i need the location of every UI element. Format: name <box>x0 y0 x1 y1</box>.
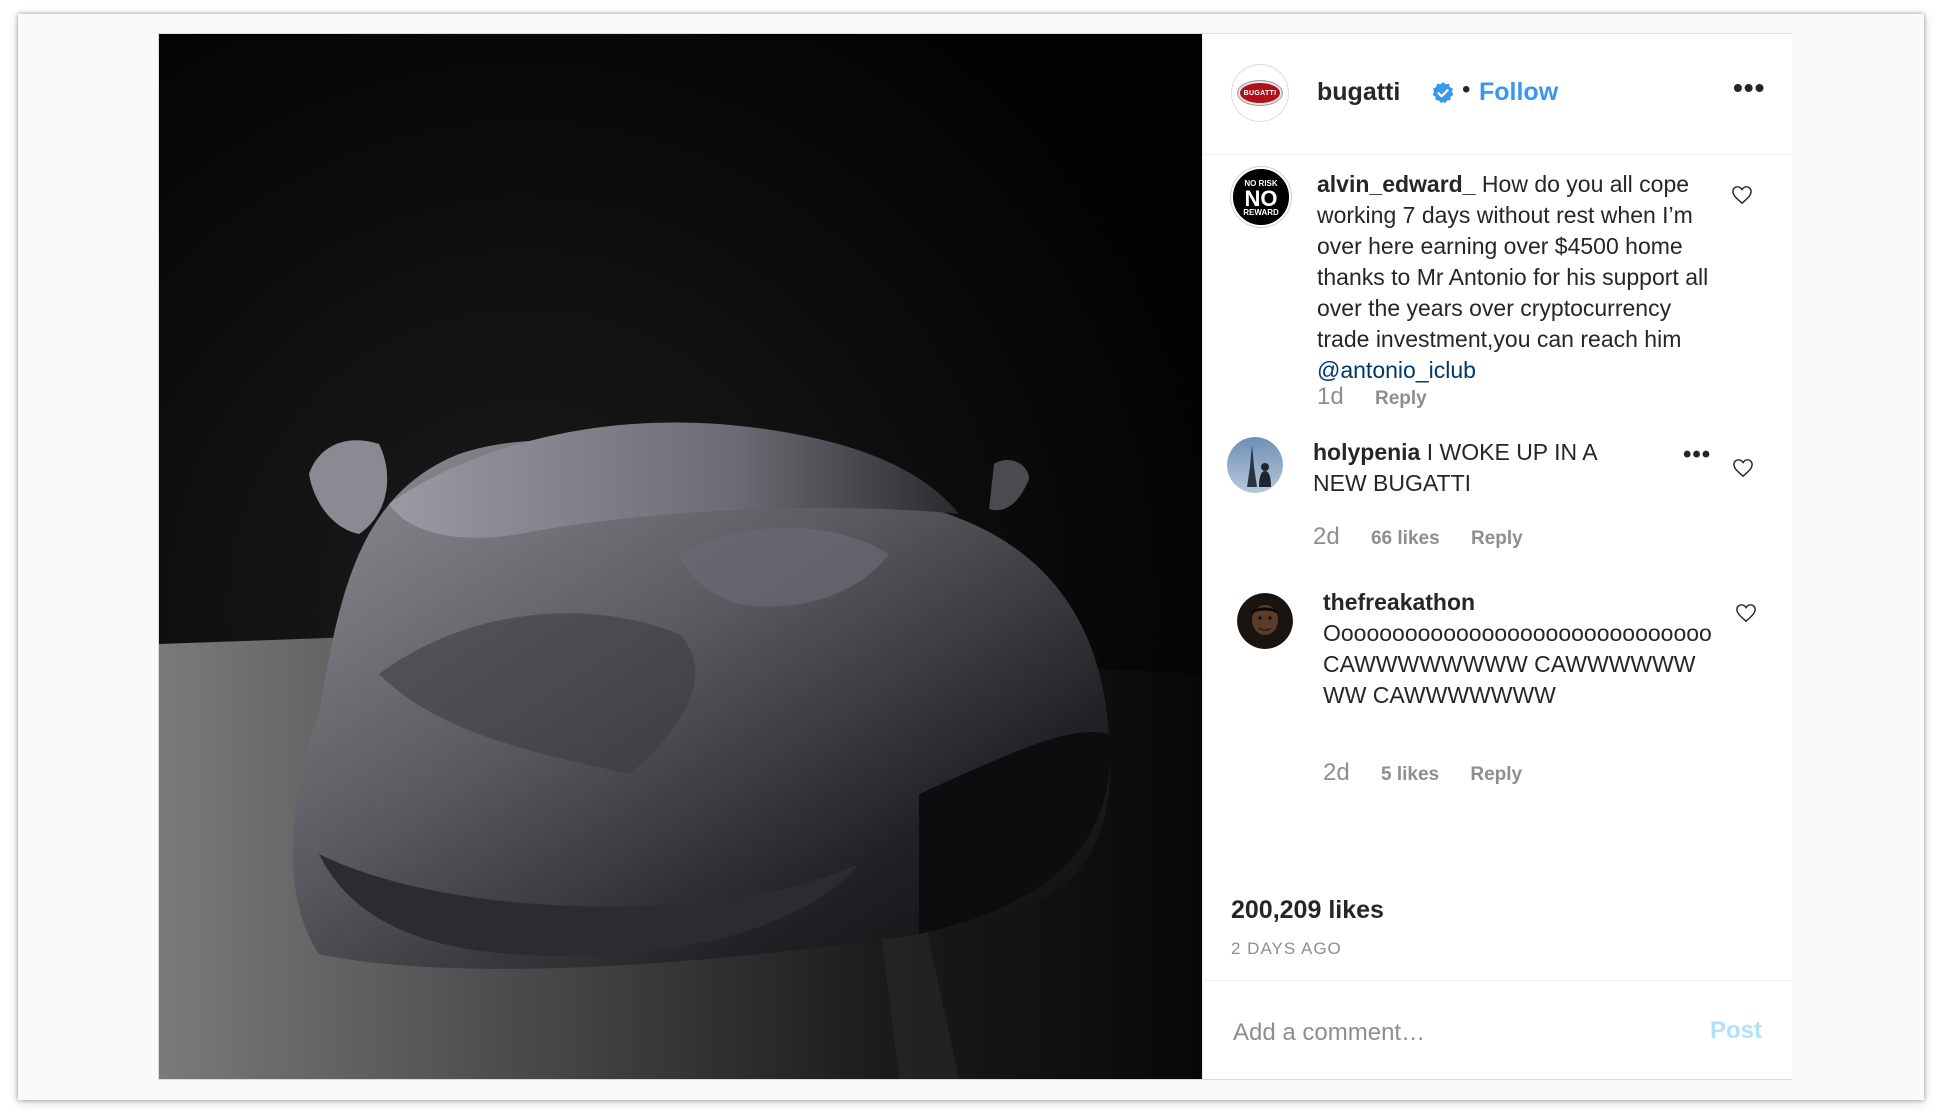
comment-more-icon[interactable]: ••• <box>1683 441 1711 469</box>
comment-body: Oooooooooooooooooooooooooooooo CAWWWWWWW… <box>1323 620 1712 708</box>
comment-text: alvin_edward_ How do you all cope workin… <box>1317 169 1717 386</box>
comment-text: thefreakathon Oooooooooooooooooooooooooo… <box>1323 587 1715 711</box>
no-risk-no-reward-icon: NO RISK NO REWARD <box>1233 169 1289 225</box>
comment-item: holypenia I WOKE UP IN A NEW BUGATTI •••… <box>1203 437 1792 577</box>
comment-likes[interactable]: 5 likes <box>1381 764 1439 785</box>
post-timestamp: 2 DAYS AGO <box>1231 939 1342 958</box>
like-heart-icon[interactable] <box>1732 458 1754 478</box>
commenter-avatar[interactable] <box>1237 593 1293 649</box>
add-comment-bar: Post <box>1203 980 1792 1080</box>
post-image[interactable] <box>159 34 1202 1079</box>
post-username[interactable]: bugatti <box>1317 78 1400 107</box>
eiffel-tower-icon <box>1227 437 1283 493</box>
add-comment-input[interactable] <box>1231 1015 1675 1051</box>
commenter-avatar[interactable]: NO RISK NO REWARD <box>1231 167 1291 227</box>
like-heart-icon[interactable] <box>1735 603 1757 623</box>
post-header: BUGATTI bugatti • Follow ••• <box>1203 34 1792 155</box>
comment-username[interactable]: alvin_edward_ <box>1317 171 1476 197</box>
comment-time: 1d <box>1317 383 1344 410</box>
commenter-avatar[interactable] <box>1227 437 1283 493</box>
separator-dot: • <box>1462 76 1471 103</box>
like-heart-icon[interactable] <box>1731 185 1753 205</box>
comment-item: thefreakathon Oooooooooooooooooooooooooo… <box>1203 583 1792 863</box>
comment-username[interactable]: holypenia <box>1313 439 1420 465</box>
comment-body: How do you all cope working 7 days witho… <box>1317 171 1709 352</box>
reply-button[interactable]: Reply <box>1470 764 1522 785</box>
comment-text: holypenia I WOKE UP IN A NEW BUGATTI <box>1313 437 1613 499</box>
instagram-post: BUGATTI bugatti • Follow ••• NO RISK NO … <box>158 33 1792 1080</box>
comment-time: 2d <box>1313 523 1340 550</box>
bugatti-logo: BUGATTI <box>1238 81 1282 105</box>
reply-button[interactable]: Reply <box>1375 388 1427 409</box>
mention-link[interactable]: @antonio_iclub <box>1317 357 1476 383</box>
comment-meta: 2d 66 likes Reply <box>1313 523 1523 551</box>
face-avatar-icon <box>1237 593 1293 649</box>
comment-meta: 2d 5 likes Reply <box>1323 759 1522 787</box>
verified-badge-icon <box>1432 82 1454 104</box>
comments-list: NO RISK NO REWARD alvin_edward_ How do y… <box>1203 155 1792 855</box>
more-options-icon[interactable]: ••• <box>1733 72 1765 104</box>
comment-time: 2d <box>1323 759 1350 786</box>
likes-count[interactable]: 200,209 likes <box>1231 896 1384 925</box>
follow-button[interactable]: Follow <box>1479 78 1558 107</box>
svg-text:REWARD: REWARD <box>1243 208 1279 217</box>
bugatti-avatar[interactable]: BUGATTI <box>1231 64 1289 122</box>
comment-username[interactable]: thefreakathon <box>1323 587 1715 618</box>
reply-button[interactable]: Reply <box>1471 528 1523 549</box>
post-sidebar: BUGATTI bugatti • Follow ••• NO RISK NO … <box>1202 34 1792 1079</box>
comment-meta: 1d Reply <box>1317 383 1427 411</box>
comment-likes[interactable]: 66 likes <box>1371 528 1440 549</box>
post-comment-button[interactable]: Post <box>1710 1017 1762 1045</box>
covered-car-illustration <box>159 34 1202 1079</box>
